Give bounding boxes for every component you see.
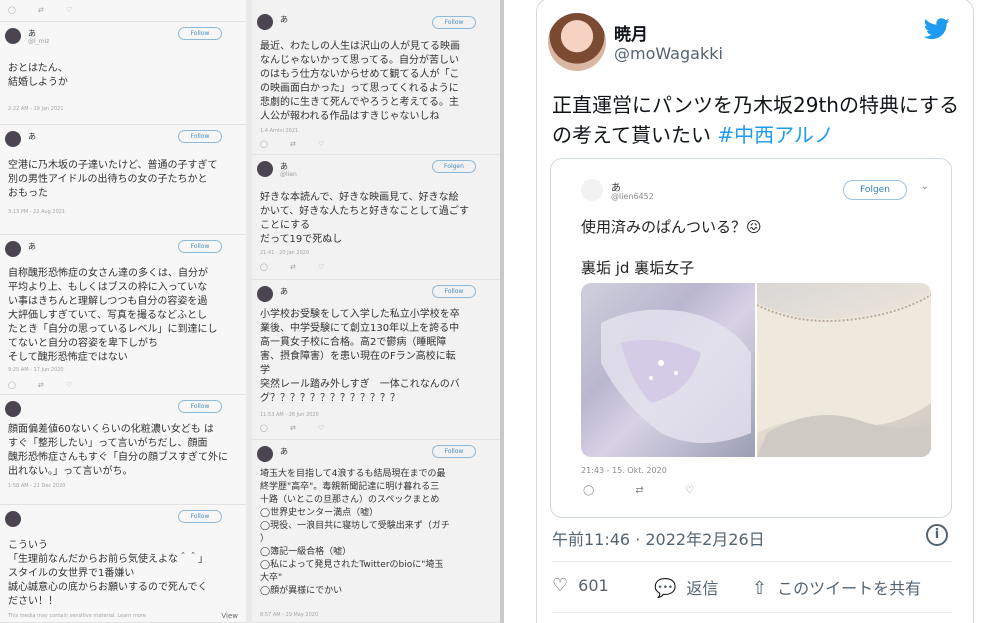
- collage-tweet-time: 8:57 AM - 29 May 2020: [260, 612, 319, 618]
- chevron-down-icon[interactable]: ⌄: [921, 181, 929, 192]
- collage-tweet: Follow 顔面偏差値60ないくらいの化粧濃い女ども は すぐ「整形したい」っ…: [0, 395, 246, 505]
- collage-follow-button[interactable]: Follow: [432, 445, 476, 458]
- collage-tweet: あ Follow 小学校お受験をして入学した私立小学校を卒 業後、中学受験にて創…: [252, 280, 500, 440]
- reply-icon[interactable]: ◯: [583, 485, 594, 496]
- screenshot-collage: ◯ ⇄ ♡ あ @l_miz Follow おとはたん、 結婚しようか 2:22…: [0, 0, 500, 623]
- collage-tweet-time: 3:13 PM - 22 Aug 2021: [8, 209, 66, 215]
- collage-avatar: [5, 28, 21, 44]
- collage-tweet-text: 自称醜形恐怖症の女さん達の多くは、自分が 平均より上、もしくはブスの枠に入ってい…: [8, 268, 218, 363]
- hashtag-link[interactable]: #中西アルノ: [717, 123, 834, 147]
- collage-avatar: [257, 446, 273, 462]
- collage-tweet-text: こういう 「生理前なんだからお前ら気使えよな＾＾」 スタイルの女世界で1番嫌い …: [8, 540, 208, 607]
- collage-tweet: あ @lien Folgen 好きな本読んで、好きな映画見て、好きな絵 かいて、…: [252, 155, 500, 280]
- collage-follow-button[interactable]: Follow: [178, 400, 222, 413]
- heart-icon[interactable]: ♡: [685, 485, 694, 496]
- collage-follow-button[interactable]: Follow: [432, 285, 476, 298]
- collage-tweet-handle: @lien: [280, 171, 297, 178]
- collage-tweet-name: あ: [28, 242, 36, 251]
- collage-avatar: [5, 401, 21, 417]
- collage-action-icons: ◯ ⇄ ♡: [260, 263, 335, 271]
- like-button[interactable]: ♡ 601: [552, 575, 609, 596]
- collage-tweet-text: 好きな本読んで、好きな映画見て、好きな絵 かいて、好きな人たちと好きなことして過…: [260, 192, 469, 245]
- collage-tweet-time: 11:53 AM - 26 Jun 2020: [260, 412, 319, 418]
- underwear-photo-image: [601, 309, 751, 443]
- display-name[interactable]: 暁月: [614, 20, 648, 45]
- quote-actions: ◯ ⇄ ♡: [583, 485, 732, 496]
- collage-tweet-header-strip: ◯ ⇄ ♡: [0, 0, 246, 22]
- collage-tweet: あ Follow 最近、わたしの人生は沢山の人が見てる映画 なんじゃないかって思…: [252, 0, 500, 155]
- collage-follow-button[interactable]: Follow: [178, 27, 222, 40]
- quote-photo[interactable]: [581, 283, 755, 457]
- tweet-timestamp[interactable]: 午前11:46 · 2022年2月26日: [552, 526, 765, 550]
- quote-follow-button[interactable]: Folgen: [843, 180, 907, 200]
- collage-action-icons: ◯ ⇄ ♡: [8, 381, 83, 389]
- collage-tweet-text: 埼玉大を目指して4浪するも結局現在までの最 終学歴"高卒"。毒親新聞記達に明け暮…: [260, 469, 450, 596]
- underwear-photo-image: [757, 293, 931, 457]
- collage-column-left: ◯ ⇄ ♡ あ @l_miz Follow おとはたん、 結婚しようか 2:22…: [0, 0, 246, 623]
- like-count: 601: [578, 576, 609, 595]
- collage-tweet: Follow こういう 「生理前なんだからお前ら気使えよな＾＾」 スタイルの女世…: [0, 505, 246, 623]
- collage-tweet-handle: @l_miz: [28, 38, 50, 45]
- collage-avatar: [257, 14, 273, 30]
- collage-tweet-time: 9:25 AM - 17 Jun 2020: [8, 367, 64, 373]
- tweet-text: 正直運営にパンツを乃木坂29thの特典にするの考えて貰いたい #中西アルノ: [552, 90, 962, 150]
- share-button[interactable]: ⇧ このツイートを共有: [752, 575, 921, 599]
- reply-icon: 💬: [654, 578, 677, 599]
- avatar[interactable]: [548, 13, 606, 71]
- collage-tweet-text: 空港に乃木坂の子達いたけど、普通の子すぎて 別の男性アイドルの出待ちの女の子たち…: [8, 160, 218, 199]
- collage-tweet-name: あ: [28, 132, 36, 141]
- quote-text: 使用済みのぱんついる？😖: [581, 218, 762, 236]
- collage-sensitive-note: This media may contain sensitive materia…: [8, 613, 146, 619]
- collage-follow-button[interactable]: Follow: [178, 510, 222, 523]
- reply-button[interactable]: 💬 返信: [654, 575, 718, 599]
- collage-avatar: [5, 241, 21, 257]
- collage-tweet-name: あ: [280, 287, 288, 296]
- collage-tweet-name: あ: [280, 15, 288, 24]
- twitter-bird-icon[interactable]: [924, 18, 950, 40]
- collage-avatar: [257, 161, 273, 177]
- collage-tweet-text: 小学校お受験をして入学した私立小学校を卒 業後、中学受験にて創立130年以上を誇…: [260, 309, 460, 404]
- collage-view-button[interactable]: View: [221, 612, 238, 620]
- collage-action-icons: ◯ ⇄ ♡: [260, 424, 335, 432]
- retweet-icon[interactable]: ⇄: [635, 485, 643, 496]
- collage-tweet-name: あ: [280, 447, 288, 456]
- collage-follow-button[interactable]: Folgen: [432, 160, 476, 173]
- collage-tweet: あ Follow 空港に乃木坂の子達いたけど、普通の子すぎて 別の男性アイドルの…: [0, 125, 246, 235]
- collage-tweet-time: 2:22 AM - 19 Jan 2021: [8, 106, 64, 112]
- collage-avatar: [5, 511, 21, 527]
- quote-text-tags: 裏垢 jd 裏垢女子: [581, 259, 695, 277]
- reply-label: 返信: [686, 579, 719, 598]
- heart-icon: ♡: [552, 575, 569, 596]
- collage-avatar: [5, 131, 21, 147]
- collage-tweet-text: 最近、わたしの人生は沢山の人が見てる映画 なんじゃないかって思ってる。自分が苦し…: [260, 41, 460, 122]
- collage-tweet-text: 顔面偏差値60ないくらいの化粧濃い女ども は すぐ「整形したい」って言いがちだし…: [8, 424, 228, 477]
- collage-follow-button[interactable]: Follow: [432, 16, 476, 29]
- quote-handle: @lien6452: [611, 192, 654, 201]
- collage-tweet-time: 1:4 Amini 2021: [260, 128, 299, 134]
- share-label: このツイートを共有: [777, 579, 922, 598]
- collage-follow-button[interactable]: Follow: [178, 130, 222, 143]
- tweet-card: 暁月 @moWagakki 正直運営にパンツを乃木坂29thの特典にするの考えて…: [504, 0, 1000, 623]
- collage-column-right: あ Follow 最近、わたしの人生は沢山の人が見てる映画 なんじゃないかって思…: [252, 0, 500, 623]
- divider: [552, 561, 952, 562]
- collage-avatar: [257, 286, 273, 302]
- collage-tweet: あ @l_miz Follow おとはたん、 結婚しようか 2:22 AM - …: [0, 22, 246, 125]
- collage-tweet: あ Follow 自称醜形恐怖症の女さん達の多くは、自分が 平均より上、もしくは…: [0, 235, 246, 395]
- collage-follow-button[interactable]: Follow: [178, 240, 222, 253]
- quote-timestamp: 21:43 - 15. Okt. 2020: [581, 466, 667, 475]
- share-icon: ⇧: [752, 578, 768, 599]
- user-handle[interactable]: @moWagakki: [614, 44, 723, 63]
- info-icon[interactable]: i: [926, 524, 948, 546]
- quoted-tweet-screenshot[interactable]: あ @lien6452 Folgen ⌄ 使用済みのぱんついる？😖 裏垢 jd …: [550, 158, 952, 518]
- quote-avatar: [581, 179, 603, 201]
- quote-photo[interactable]: [757, 283, 931, 457]
- divider: [552, 612, 952, 613]
- collage-action-icons: ◯ ⇄ ♡: [8, 6, 83, 14]
- collage-tweet: あ Follow 埼玉大を目指して4浪するも結局現在までの最 終学歴"高卒"。毒…: [252, 440, 500, 623]
- collage-tweet-time: 21:41 · 20 Jan 2020: [260, 250, 310, 256]
- collage-tweet-text: おとはたん、 結婚しようか: [8, 63, 68, 88]
- collage-tweet-time: 1:58 AM - 21 Dec 2020: [8, 483, 66, 489]
- collage-action-icons: ◯ ⇄ ♡: [260, 140, 335, 148]
